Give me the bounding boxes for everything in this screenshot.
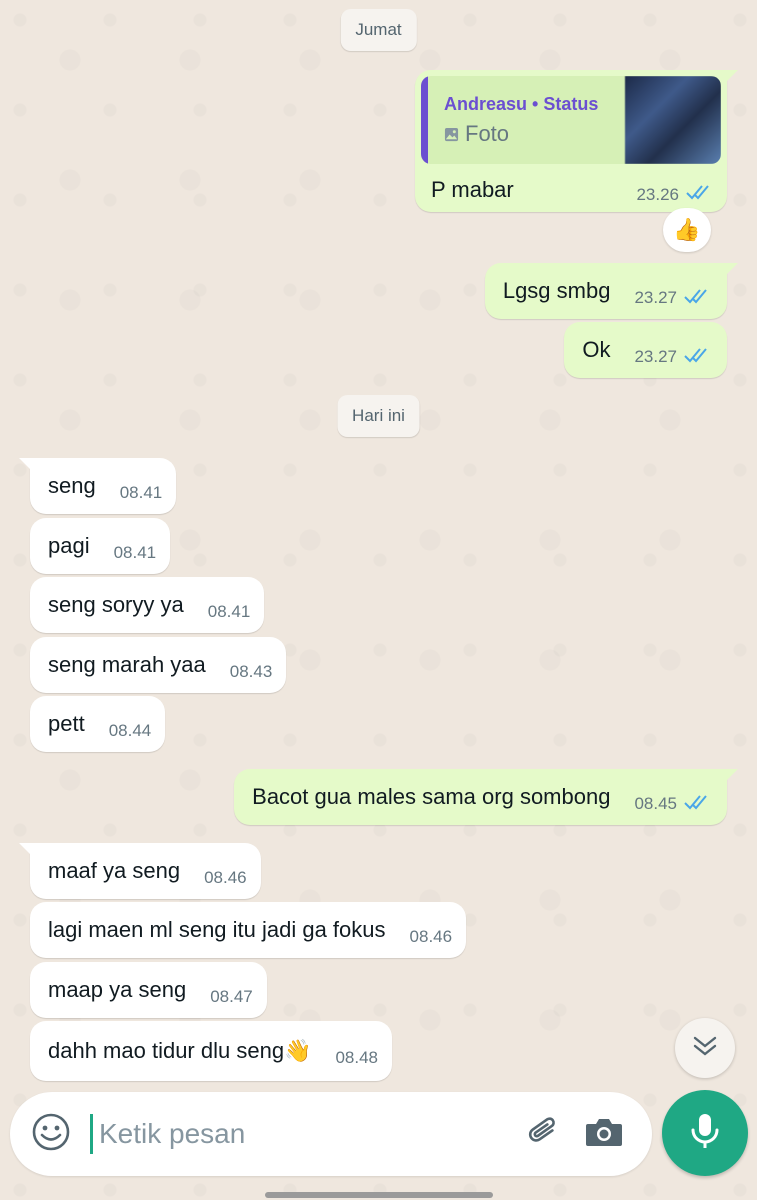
message-time: 08.47: [210, 987, 253, 1006]
message-time: 08.41: [119, 483, 163, 502]
message-text: Lgsg smbg: [502, 278, 611, 303]
message-time-row: 08.45: [634, 794, 713, 815]
quote-media-kind: Foto: [444, 121, 625, 147]
message-text: pagi: [48, 533, 90, 558]
message-text: Bacot gua males sama org sombong: [252, 784, 611, 809]
message-text: maaf ya seng: [48, 858, 181, 883]
quoted-status[interactable]: Andreasu • Status Foto: [421, 76, 721, 164]
message-input[interactable]: [90, 1114, 514, 1154]
message-text: lagi maen ml seng itu jadi ga fokus: [48, 917, 386, 942]
message-text: seng marah yaa: [48, 652, 206, 677]
message-composer: [10, 1092, 652, 1176]
message-time: 23.27: [634, 347, 677, 366]
scroll-to-bottom-button[interactable]: [675, 1018, 735, 1078]
outgoing-message[interactable]: Lgsg smbg 23.27: [484, 263, 739, 319]
message-text: maap ya seng: [48, 977, 187, 1002]
date-chip-today: Hari ini: [337, 395, 420, 437]
message-time: 08.46: [204, 868, 247, 887]
read-ticks-icon: [683, 288, 713, 309]
message-time: 08.41: [207, 602, 251, 621]
message-text: Ok: [582, 337, 611, 362]
read-ticks-icon: [685, 184, 715, 205]
message-time: 08.45: [634, 794, 677, 813]
incoming-message[interactable]: maap ya seng 08.47: [30, 962, 267, 1018]
double-chevron-down-icon: [692, 1035, 718, 1062]
system-navigation-handle[interactable]: [265, 1192, 493, 1198]
message-time-row: 23.27: [634, 288, 713, 309]
incoming-message[interactable]: pagi 08.41: [30, 518, 171, 574]
message-text: dahh mao tidur dlu seng👋: [48, 1038, 312, 1063]
message-time-row: 23.27: [634, 347, 713, 368]
message-time: 23.26: [636, 184, 679, 204]
message-time: 23.27: [634, 288, 677, 307]
incoming-message[interactable]: seng marah yaa 08.43: [30, 637, 287, 693]
message-time: 08.48: [335, 1048, 378, 1067]
emoji-button[interactable]: [30, 1113, 72, 1155]
incoming-message[interactable]: lagi maen ml seng itu jadi ga fokus 08.4…: [30, 902, 467, 958]
message-text: pett: [48, 711, 85, 736]
quote-separator: •: [532, 94, 539, 114]
attach-button[interactable]: [514, 1104, 574, 1164]
microphone-icon: [688, 1111, 722, 1156]
camera-button[interactable]: [574, 1104, 634, 1164]
message-time: 08.44: [108, 721, 152, 740]
incoming-message[interactable]: seng soryy ya 08.41: [30, 577, 265, 633]
incoming-message[interactable]: maaf ya seng 08.46: [19, 843, 261, 899]
outgoing-message[interactable]: Ok 23.27: [564, 322, 727, 378]
date-chip-previous: Jumat: [340, 9, 417, 51]
message-text: seng soryy ya: [48, 592, 184, 617]
voice-record-button[interactable]: [662, 1090, 748, 1176]
message-time-row: 23.26: [636, 184, 715, 205]
message-text: P mabar: [431, 176, 514, 202]
image-icon: [444, 127, 459, 142]
quote-media-label: Foto: [465, 121, 510, 146]
read-ticks-icon: [683, 347, 713, 368]
quote-author-line: Andreasu • Status: [444, 94, 625, 115]
read-ticks-icon: [683, 794, 713, 815]
message-text: seng: [48, 473, 96, 498]
paperclip-icon: [524, 1112, 564, 1157]
emoji-icon: [31, 1112, 71, 1157]
reply-message-bubble[interactable]: Andreasu • Status Foto P mabar 23.26: [415, 70, 738, 212]
incoming-message[interactable]: seng 08.41: [18, 458, 177, 514]
quote-source: Status: [543, 94, 599, 114]
camera-icon: [584, 1114, 624, 1155]
status-thumbnail[interactable]: [625, 76, 721, 164]
quote-author: Andreasu: [444, 94, 528, 114]
reaction-emoji: 👍: [673, 217, 701, 242]
incoming-message[interactable]: pett 08.44: [30, 696, 166, 752]
message-time: 08.46: [409, 927, 453, 946]
incoming-message[interactable]: dahh mao tidur dlu seng👋 08.48: [30, 1021, 392, 1081]
quote-accent-bar: [421, 76, 428, 164]
outgoing-message[interactable]: Bacot gua males sama org sombong 08.45: [234, 769, 738, 825]
message-time: 08.41: [113, 543, 157, 562]
message-time: 08.43: [229, 662, 273, 681]
thumbs-up-reaction[interactable]: 👍: [663, 208, 711, 252]
